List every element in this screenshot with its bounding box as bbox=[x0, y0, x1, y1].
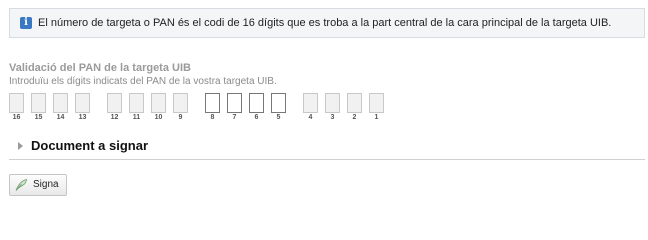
pan-digit-12-label: 12 bbox=[110, 114, 119, 121]
pan-validation-help: Introduïu els dígits indicats del PAN de… bbox=[9, 76, 277, 87]
document-to-sign-label: Document a signar bbox=[31, 138, 149, 153]
pan-digit-6-label: 6 bbox=[254, 114, 259, 121]
sign-button-label: Signa bbox=[33, 179, 59, 190]
pan-digit-1-label: 1 bbox=[374, 114, 379, 121]
pan-digit-8-label: 8 bbox=[210, 114, 215, 121]
pan-digit-3-input bbox=[325, 93, 340, 113]
pan-digit-1-input bbox=[369, 93, 384, 113]
pan-digit-9-input bbox=[173, 93, 188, 113]
pan-digit-6-input[interactable] bbox=[249, 93, 264, 113]
pan-digit-10-input bbox=[151, 93, 166, 113]
pan-digit-7-label: 7 bbox=[232, 114, 237, 121]
pan-digit-16-label: 16 bbox=[12, 114, 21, 121]
document-to-sign-section[interactable]: Document a signar bbox=[9, 133, 645, 160]
pan-digit-12-input bbox=[107, 93, 122, 113]
pan-digit-15-label: 15 bbox=[34, 114, 43, 121]
pan-digit-4-input bbox=[303, 93, 318, 113]
pan-digit-14-input bbox=[53, 93, 68, 113]
pan-digit-2-input bbox=[347, 93, 362, 113]
triangle-right-icon bbox=[18, 142, 23, 150]
pan-digit-15-input bbox=[31, 93, 46, 113]
info-text: El número de targeta o PAN és el codi de… bbox=[38, 17, 612, 29]
pan-digit-5-input[interactable] bbox=[271, 93, 286, 113]
pan-digit-5-label: 5 bbox=[276, 114, 281, 121]
pan-digit-8-input[interactable] bbox=[205, 93, 220, 113]
pan-digit-9-label: 9 bbox=[178, 114, 183, 121]
sign-button[interactable]: Signa bbox=[9, 174, 67, 196]
pan-digit-10-label: 10 bbox=[154, 114, 163, 121]
pan-digit-4-label: 4 bbox=[308, 114, 313, 121]
pan-digit-3-label: 3 bbox=[330, 114, 335, 121]
pan-digit-7-input[interactable] bbox=[227, 93, 242, 113]
pan-digit-11-input bbox=[129, 93, 144, 113]
quill-pen-icon bbox=[15, 178, 27, 191]
pan-digit-13-input bbox=[75, 93, 90, 113]
info-icon: i bbox=[20, 17, 32, 29]
info-message: i El número de targeta o PAN és el codi … bbox=[9, 8, 645, 38]
pan-digit-2-label: 2 bbox=[352, 114, 357, 121]
pan-digit-16-input bbox=[9, 93, 24, 113]
pan-validation-title: Validació del PAN de la targeta UIB bbox=[9, 62, 191, 74]
pan-digit-14-label: 14 bbox=[56, 114, 65, 121]
pan-digit-11-label: 11 bbox=[132, 114, 141, 121]
pan-digit-13-label: 13 bbox=[78, 114, 87, 121]
